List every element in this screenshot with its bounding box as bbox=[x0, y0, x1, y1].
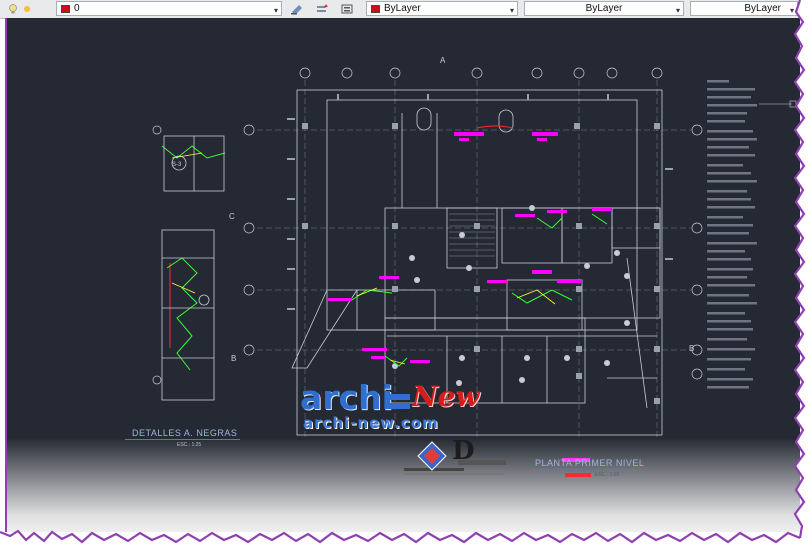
lightbulb-icon bbox=[9, 3, 17, 13]
logo-letter: D bbox=[452, 436, 475, 466]
layer-tools-button[interactable] bbox=[340, 1, 354, 16]
grid-bubble bbox=[691, 368, 703, 380]
grid-bubble bbox=[243, 344, 255, 356]
properties-toolbar: 0 ▾ ByLayer ▾ ByLayer ▾ ByLayer ▾ bbox=[0, 0, 800, 19]
lineweight-dropdown[interactable]: ByLayer ▾ bbox=[690, 1, 798, 16]
match-properties-icon bbox=[291, 4, 302, 15]
detail-marker-s3: S-3 bbox=[172, 162, 182, 168]
grid-bubble bbox=[691, 284, 703, 296]
layer-dropdown[interactable]: 0 ▾ bbox=[56, 1, 282, 16]
watermark-url: archi-new.com bbox=[303, 414, 439, 432]
match-properties-button[interactable] bbox=[290, 1, 304, 16]
plan-label-underline bbox=[532, 469, 644, 470]
layer-previous-button[interactable] bbox=[315, 1, 329, 16]
chevron-down-icon: ▾ bbox=[273, 6, 278, 15]
grid-bubbles bbox=[152, 67, 703, 385]
layer-value: 0 bbox=[74, 3, 80, 14]
plan-scale-bar bbox=[565, 473, 591, 477]
color-dropdown[interactable]: ByLayer ▾ bbox=[366, 1, 518, 16]
grid-bubble bbox=[691, 124, 703, 136]
watermark-equals bbox=[390, 403, 410, 409]
detail-label: DETALLES A. NEGRAS bbox=[132, 428, 238, 438]
column-oval bbox=[498, 109, 514, 133]
layer-previous-icon bbox=[317, 3, 328, 12]
grid-bubble bbox=[243, 124, 255, 136]
watermark-archi: archi bbox=[300, 378, 393, 417]
drawing-canvas[interactable]: A B B C S-3 DETALLES A. NEGRAS ESC.: 1:2… bbox=[7, 18, 800, 532]
toilet-room bbox=[356, 289, 436, 331]
notes-column bbox=[707, 80, 757, 389]
grid-bubble bbox=[573, 67, 585, 79]
watermark-new: New bbox=[412, 380, 480, 413]
color-swatch bbox=[371, 4, 380, 13]
dimension-ticks bbox=[287, 94, 673, 310]
layer-state-icons[interactable] bbox=[6, 1, 34, 16]
grid-bubble bbox=[691, 222, 703, 234]
layer-tools-icon bbox=[341, 4, 353, 13]
grid-marker-a: A bbox=[440, 56, 446, 65]
chevron-down-icon: ▾ bbox=[675, 6, 680, 15]
grid-marker-b-left: B bbox=[231, 354, 236, 363]
grid-bubble bbox=[243, 222, 255, 234]
screenshot-frame: 0 ▾ ByLayer ▾ ByLayer ▾ ByLayer ▾ A B B … bbox=[0, 0, 812, 555]
detail-label-underline bbox=[125, 439, 240, 440]
room-markers bbox=[392, 205, 630, 386]
lineweight-value: ByLayer bbox=[744, 3, 781, 14]
plan-scale: ESC.: 1:50 bbox=[595, 472, 620, 478]
grid-bubble bbox=[341, 67, 353, 79]
linetype-dropdown[interactable]: ByLayer ▾ bbox=[524, 1, 684, 16]
chevron-down-icon: ▾ bbox=[509, 6, 514, 15]
bath-room bbox=[561, 207, 613, 264]
grid-bubble bbox=[299, 67, 311, 79]
grid-marker-labels: A B B C bbox=[229, 56, 694, 363]
detail-drawings bbox=[161, 135, 225, 401]
watermark-equals bbox=[390, 394, 410, 400]
yellow-pipes bbox=[171, 152, 556, 365]
grid-bubble bbox=[152, 125, 162, 135]
designer-logo: D bbox=[402, 436, 512, 478]
grid-bubble bbox=[531, 67, 543, 79]
layer-color-swatch bbox=[61, 4, 70, 13]
grid-bubble bbox=[389, 67, 401, 79]
linetype-value: ByLayer bbox=[585, 3, 623, 14]
column-oval bbox=[416, 107, 432, 131]
grid-marker-c: C bbox=[229, 212, 235, 221]
detail-scale: ESC.: 1:25 bbox=[177, 442, 202, 448]
grid-bubble bbox=[651, 67, 663, 79]
grid-bubble bbox=[471, 67, 483, 79]
detail-marker bbox=[198, 294, 210, 306]
grid-bubble bbox=[152, 375, 162, 385]
plan-label: PLANTA PRIMER NIVEL bbox=[535, 458, 645, 468]
grid-bubble bbox=[606, 67, 618, 79]
stair-treads bbox=[449, 213, 495, 257]
sun-icon bbox=[24, 5, 30, 12]
color-value: ByLayer bbox=[384, 3, 421, 14]
chevron-down-icon: ▾ bbox=[789, 6, 794, 15]
toilet-room bbox=[506, 279, 583, 331]
ramp bbox=[291, 289, 358, 369]
grid-marker-b-right: B bbox=[689, 344, 694, 353]
grid-bubble bbox=[243, 284, 255, 296]
